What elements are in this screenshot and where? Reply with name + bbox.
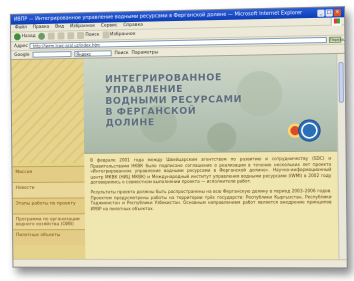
article-body: В феврале 2001 года между Швейцарским аг… [84, 152, 338, 212]
search-icon [77, 32, 84, 39]
forward-button[interactable] [39, 33, 46, 40]
favorites-label: Избранное [110, 32, 135, 38]
home-button[interactable] [68, 32, 75, 39]
article-paragraph: В феврале 2001 года между Швейцарским аг… [90, 156, 331, 186]
sidebar-item-project-stages[interactable]: Этапы работы по проекту [13, 197, 85, 213]
stop-button[interactable] [48, 33, 55, 40]
address-label: Адрес [14, 44, 28, 49]
windows-logo-icon [331, 17, 341, 25]
search-label: Поиск [85, 33, 99, 38]
menu-edit[interactable]: Правка [33, 25, 50, 30]
star-icon [102, 31, 109, 38]
back-arrow-icon [14, 33, 21, 40]
sidebar-item-pilot-sites[interactable]: Пилотные объекты [13, 229, 85, 245]
search-button[interactable]: Поиск [77, 32, 99, 39]
close-icon[interactable]: × [334, 9, 341, 16]
stop-icon [48, 33, 55, 40]
refresh-button[interactable] [58, 32, 65, 39]
sidebar-nav: Миссия Новости Этапы работы по проекту П… [12, 166, 85, 245]
back-button[interactable]: Назад [14, 33, 36, 40]
home-icon [68, 32, 75, 39]
sidebar-item-program[interactable]: Программа по организации водного хозяйст… [13, 213, 85, 229]
maximize-icon[interactable]: □ [326, 9, 333, 16]
browser-window: ИВПР — Интегрированное управление водным… [10, 6, 348, 268]
forward-arrow-icon [39, 33, 46, 40]
sidebar-item-news[interactable]: Новости [13, 182, 85, 198]
search-input[interactable] [32, 51, 71, 58]
go-button[interactable]: Переход [329, 37, 341, 43]
page-banner: Интегрированное управление водными ресур… [83, 54, 337, 154]
menu-help[interactable]: Справка [123, 23, 143, 28]
scrollbar-thumb[interactable] [338, 62, 344, 103]
menu-view[interactable]: Вид [55, 24, 64, 29]
settings-button[interactable]: Параметры [132, 50, 159, 55]
article-paragraph: Результаты проекта должны быть распростр… [90, 188, 331, 212]
globe-logo-icon [298, 119, 321, 142]
main-content: Интегрированное управление водными ресур… [83, 54, 338, 259]
page-title: Интегрированное управление водными ресур… [105, 72, 245, 129]
menu-tools[interactable]: Сервис [101, 23, 118, 28]
status-bar [13, 259, 346, 268]
vertical-scrollbar[interactable] [336, 54, 346, 259]
search-go-button[interactable]: Поиск [114, 50, 128, 55]
favorites-button[interactable]: Избранное [102, 31, 135, 39]
back-label: Назад [22, 34, 36, 39]
sidebar: Миссия Новости Этапы работы по проекту П… [11, 59, 85, 259]
screenshot-stage: ИВПР — Интегрированное управление водным… [0, 0, 354, 281]
menu-favorites[interactable]: Избранное [70, 24, 95, 30]
sidebar-decoration [11, 59, 84, 164]
searchbar-label: Google [14, 52, 29, 57]
sidebar-item-mission[interactable]: Миссия [12, 166, 84, 182]
refresh-icon [58, 32, 65, 39]
menu-file[interactable]: Файл [15, 25, 27, 30]
search-engine-select[interactable]: Яндекс [74, 50, 111, 57]
page-content: Миссия Новости Этапы работы по проекту П… [11, 54, 338, 259]
minimize-icon[interactable]: _ [317, 9, 324, 16]
